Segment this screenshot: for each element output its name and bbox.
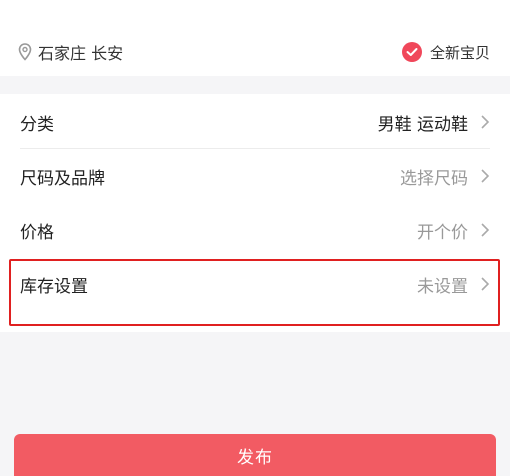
location-selector[interactable]: 石家庄 长安 <box>18 40 123 64</box>
publish-page: 石家庄 长安 全新宝贝 分类 男鞋 运动鞋 尺码及品牌 选择尺码 价格 开个价 … <box>0 0 510 476</box>
row-value: 未设置 <box>417 277 468 297</box>
location-pin-icon <box>18 43 32 61</box>
chevron-right-icon <box>481 277 490 291</box>
chevron-right-icon <box>481 115 490 129</box>
row-price[interactable]: 价格 开个价 <box>0 202 510 256</box>
row-value: 选择尺码 <box>400 169 468 189</box>
row-inventory[interactable]: 库存设置 未设置 <box>0 256 510 310</box>
row-category[interactable]: 分类 男鞋 运动鞋 <box>0 94 510 148</box>
item-settings-list: 分类 男鞋 运动鞋 尺码及品牌 选择尺码 价格 开个价 库存设置 未设置 <box>0 94 510 332</box>
row-value: 男鞋 运动鞋 <box>377 115 468 135</box>
checkmark-icon <box>401 42 422 62</box>
row-value: 开个价 <box>417 223 468 243</box>
location-text: 石家庄 长安 <box>38 44 124 63</box>
row-size-brand[interactable]: 尺码及品牌 选择尺码 <box>0 148 510 202</box>
row-label: 分类 <box>20 115 54 135</box>
chevron-right-icon <box>481 169 490 183</box>
row-label: 尺码及品牌 <box>20 169 105 189</box>
chevron-right-icon <box>481 223 490 237</box>
row-label: 价格 <box>20 223 54 243</box>
brand-new-label: 全新宝贝 <box>429 43 490 62</box>
brand-new-toggle[interactable]: 全新宝贝 <box>401 40 490 64</box>
section-gap <box>0 76 510 94</box>
row-label: 库存设置 <box>20 277 88 297</box>
location-bar: 石家庄 长安 全新宝贝 <box>0 0 510 76</box>
publish-button[interactable]: 发布 <box>14 434 496 476</box>
